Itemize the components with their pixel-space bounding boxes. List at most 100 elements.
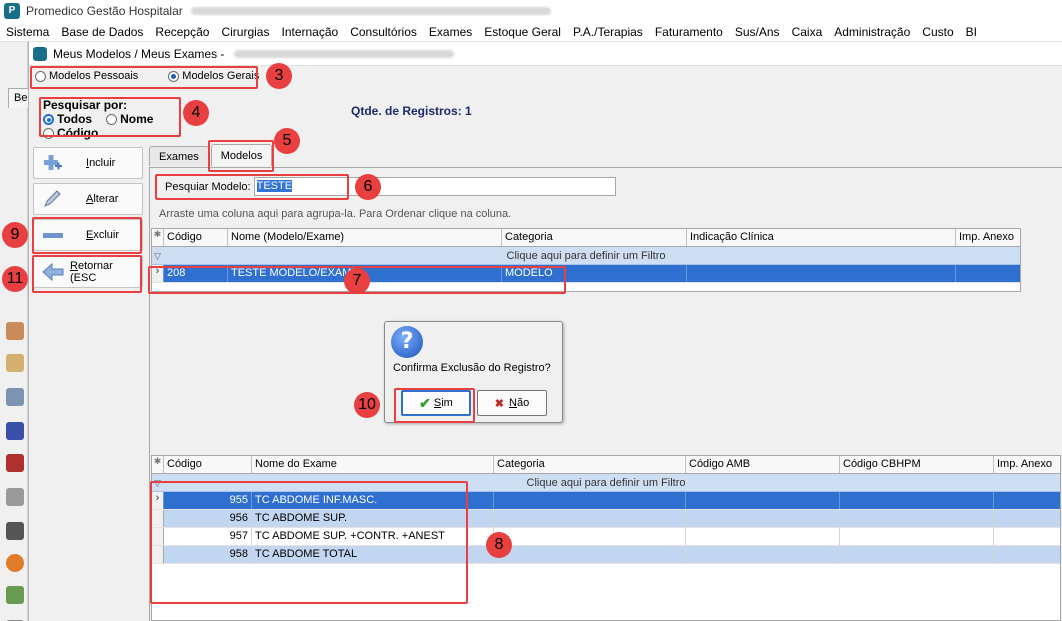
menu-exames[interactable]: Exames xyxy=(423,25,478,39)
col-categoria[interactable]: Categoria xyxy=(502,229,687,246)
menu-custo[interactable]: Custo xyxy=(916,25,959,39)
confirm-yes-button[interactable]: ✔ Sim xyxy=(401,390,471,416)
cell-code: 955 xyxy=(164,492,252,509)
record-count: Qtde. de Registros: 1 xyxy=(351,104,472,118)
table-row[interactable]: 957 TC ABDOME SUP. +CONTR. +ANEST xyxy=(152,528,1060,546)
include-button[interactable]: Incluir xyxy=(33,147,143,179)
close-icon: ✖ xyxy=(494,397,504,410)
cell-name: TC ABDOME SUP. +CONTR. +ANEST xyxy=(252,528,494,545)
col-categoria[interactable]: Categoria xyxy=(494,456,686,473)
confirm-no-button[interactable]: ✖ Não xyxy=(477,390,547,416)
dialog-title: Meus Modelos / Meus Exames - xyxy=(53,46,225,61)
background-app-strip: Be xyxy=(0,42,32,621)
cell-cbhpm xyxy=(840,546,994,563)
menu-sus-ans[interactable]: Sus/Ans xyxy=(729,25,786,39)
menu-administracao[interactable]: Administração xyxy=(828,25,916,39)
toolbar-icon[interactable] xyxy=(6,454,24,472)
radio-icon[interactable] xyxy=(43,128,54,140)
table-row[interactable]: › 955 TC ABDOME INF.MASC. xyxy=(152,492,1060,510)
toolbar-icon[interactable] xyxy=(6,488,24,506)
cell-indication xyxy=(687,265,956,282)
cell-attach xyxy=(994,528,1058,545)
col-codigo-cbhpm[interactable]: Código CBHPM xyxy=(840,456,994,473)
annotation-badge: 8 xyxy=(486,532,512,558)
col-indicacao[interactable]: Indicação Clínica xyxy=(687,229,956,246)
radio-general-models[interactable]: Modelos Gerais xyxy=(168,70,259,82)
table-row[interactable]: › 208 TESTE MODELO/EXAME MODELO xyxy=(152,265,1020,283)
search-model-row: Pesquiar Modelo: TESTE xyxy=(165,177,616,196)
search-model-label: Pesquiar Modelo: xyxy=(165,180,251,193)
radio-personal-models[interactable]: Modelos Pessoais xyxy=(35,70,138,82)
app-titlebar: P Promedico Gestão Hospitalar xyxy=(0,0,1062,22)
cell-category: MODELO xyxy=(502,265,687,282)
tab-exames[interactable]: Exames xyxy=(149,146,209,166)
cell-amb xyxy=(686,528,840,545)
cell-attach xyxy=(994,510,1058,527)
menu-consultorios[interactable]: Consultórios xyxy=(344,25,423,39)
back-button[interactable]: Retornar (ESC xyxy=(33,256,143,288)
col-imp-anexo[interactable]: Imp. Anexo xyxy=(994,456,1058,473)
menu-cirurgias[interactable]: Cirurgias xyxy=(215,25,275,39)
menu-base-de-dados[interactable]: Base de Dados xyxy=(55,25,149,39)
radio-icon[interactable] xyxy=(43,114,54,126)
menu-bar: Sistema Base de Dados Recepção Cirurgias… xyxy=(0,22,1062,42)
menu-sistema[interactable]: Sistema xyxy=(0,25,55,39)
tab-bar: Exames Modelos xyxy=(149,144,274,166)
cell-code: 958 xyxy=(164,546,252,563)
toolbar-icon[interactable] xyxy=(6,586,24,604)
search-model-value: TESTE xyxy=(256,180,293,192)
table-row[interactable]: 958 TC ABDOME TOTAL xyxy=(152,546,1060,564)
col-codigo[interactable]: Código xyxy=(164,229,228,246)
col-codigo-amb[interactable]: Código AMB xyxy=(686,456,840,473)
annotation-badge: 9 xyxy=(2,222,28,248)
tab-modelos[interactable]: Modelos xyxy=(210,144,273,166)
cell-attach xyxy=(994,492,1058,509)
filter-row[interactable]: ▽ Clique aqui para definir um Filtro xyxy=(152,474,1060,492)
annotation-badge: 5 xyxy=(274,128,300,154)
col-imp-anexo[interactable]: Imp. Anexo xyxy=(956,229,1020,246)
row-indicator xyxy=(152,528,164,545)
filter-row[interactable]: ▽ Clique aqui para definir um Filtro xyxy=(152,247,1020,265)
col-nome[interactable]: Nome (Modelo/Exame) xyxy=(228,229,502,246)
app-logo-icon: P xyxy=(4,3,20,19)
toolbar-icon[interactable] xyxy=(6,554,24,572)
menu-caixa[interactable]: Caixa xyxy=(786,25,829,39)
radio-icon[interactable] xyxy=(106,114,118,126)
table-row[interactable]: 956 TC ABDOME SUP. xyxy=(152,510,1060,528)
radio-icon[interactable] xyxy=(35,70,46,82)
dialog-logo-icon xyxy=(33,46,47,61)
toolbar-icon[interactable] xyxy=(6,422,24,440)
toolbar-icon[interactable] xyxy=(6,388,24,406)
annotation-badge: 3 xyxy=(266,63,292,89)
menu-pa-terapias[interactable]: P.A./Terapias xyxy=(567,25,649,39)
radio-search-all[interactable]: Todos xyxy=(43,112,92,126)
col-codigo[interactable]: Código xyxy=(164,456,252,473)
grid-options-icon[interactable]: ✱ xyxy=(152,456,164,473)
cell-code: 208 xyxy=(164,265,228,282)
toolbar-icon[interactable] xyxy=(6,354,24,372)
edit-button[interactable]: Alterar xyxy=(33,183,143,215)
row-indicator xyxy=(152,546,164,563)
record-count-label: Qtde. de Registros: xyxy=(351,104,462,118)
delete-button[interactable]: Excluir xyxy=(33,219,143,251)
grid-options-icon[interactable]: ✱ xyxy=(152,229,164,246)
radio-search-code[interactable]: Código xyxy=(43,126,98,140)
exams-grid: ✱ Código Nome do Exame Categoria Código … xyxy=(151,455,1061,621)
menu-faturamento[interactable]: Faturamento xyxy=(649,25,729,39)
menu-recepcao[interactable]: Recepção xyxy=(149,25,215,39)
search-model-input[interactable]: TESTE xyxy=(253,177,616,196)
pencil-icon xyxy=(42,189,64,209)
menu-internacao[interactable]: Internação xyxy=(275,25,344,39)
toolbar-icon[interactable] xyxy=(6,522,24,540)
menu-estoque-geral[interactable]: Estoque Geral xyxy=(478,25,567,39)
col-nome-exame[interactable]: Nome do Exame xyxy=(252,456,494,473)
radio-icon[interactable] xyxy=(168,70,180,82)
cell-amb xyxy=(686,510,840,527)
cell-category xyxy=(494,546,686,563)
radio-search-name[interactable]: Nome xyxy=(106,112,153,126)
toolbar-icon[interactable] xyxy=(6,322,24,340)
search-by-label: Pesquisar por: xyxy=(43,98,128,112)
filter-icon: ▽ xyxy=(154,478,161,488)
menu-bi[interactable]: BI xyxy=(960,25,983,39)
minus-icon xyxy=(42,225,64,245)
